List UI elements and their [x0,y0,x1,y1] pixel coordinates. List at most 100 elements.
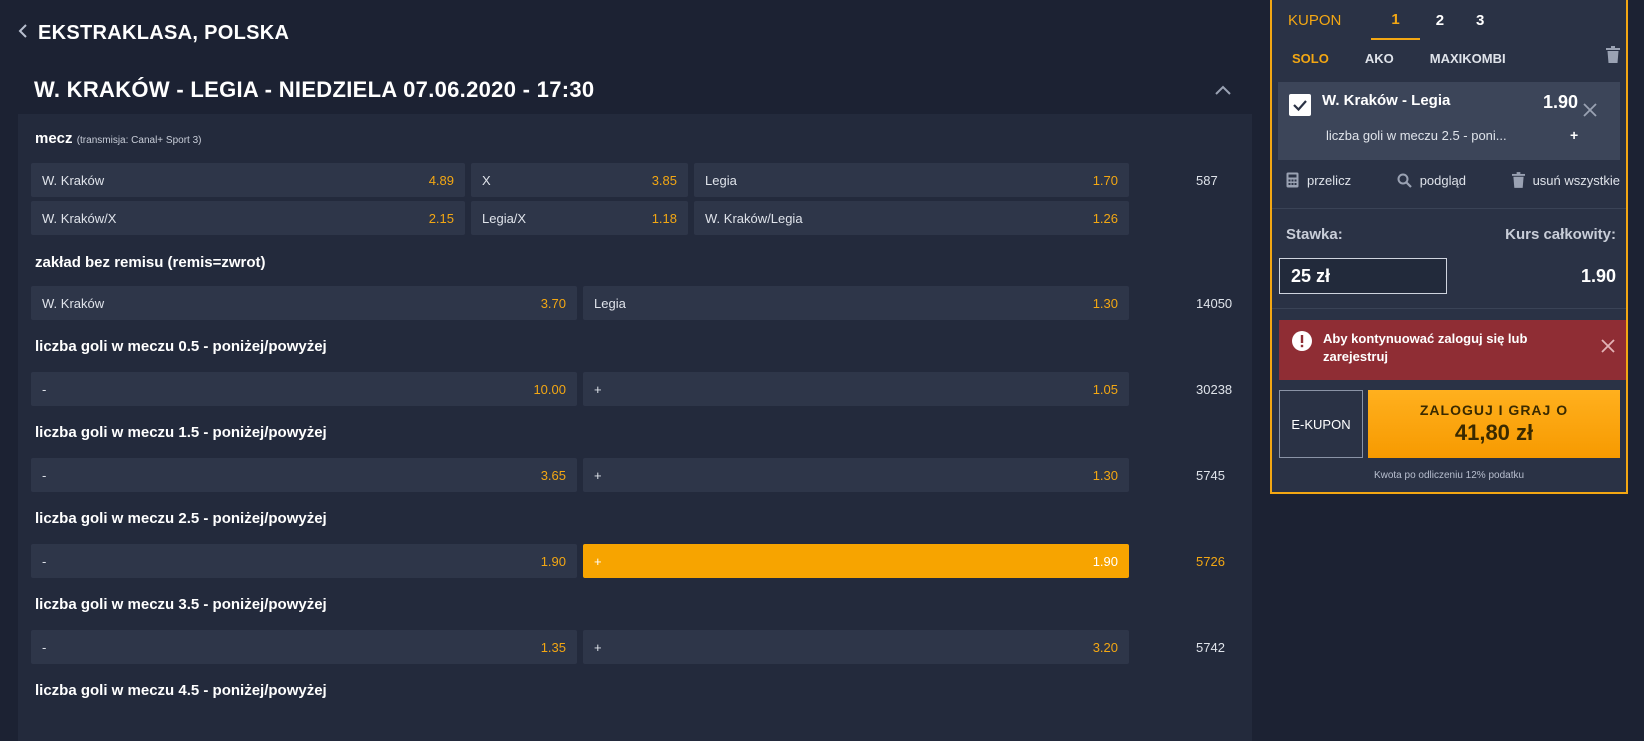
odd-value: 3.20 [1092,639,1118,655]
divider [1272,308,1626,309]
market-title-text: mecz [35,130,73,147]
trash-icon[interactable] [1606,46,1620,68]
coupon-label: KUPON [1288,11,1342,29]
tab-coupon-1[interactable]: 1 [1371,0,1420,40]
close-icon[interactable] [1582,102,1598,123]
odd-button[interactable]: +1.30 [583,458,1129,492]
play-label: ZALOGUJ I GRAJ O [1419,402,1569,418]
odd-label: - [42,467,47,483]
odd-value: 1.70 [1092,172,1118,188]
preview-label: podgląd [1419,172,1466,188]
bet-pick: + [1570,127,1579,143]
chevron-left-icon[interactable] [18,22,28,45]
preview-button[interactable]: podgląd [1397,173,1466,188]
search-icon [1397,173,1412,188]
odd-button[interactable]: W. Kraków/X 2.15 [31,201,465,235]
odd-button[interactable]: - 3.65 [31,458,577,492]
odd-label: + [594,639,602,655]
odd-label: Legia [705,172,737,188]
odd-value: 10.00 [533,381,566,397]
breadcrumb[interactable]: EKSTRAKLASA, POLSKA [18,22,289,45]
stake-input[interactable] [1279,258,1447,294]
betslip-panel: KUPON 1 2 3 SOLO AKO MAXIKOMBI W. Kraków… [1270,0,1628,494]
odd-button[interactable]: Legia 1.30 [583,286,1129,320]
tab-coupon-2[interactable]: 2 [1420,0,1460,40]
tab-maxikombi[interactable]: MAXIKOMBI [1430,51,1506,66]
bet-event-name: W. Kraków - Legia [1322,92,1451,109]
odd-label: W. Kraków [42,295,105,311]
coupon-tabs: KUPON 1 2 3 [1272,0,1626,40]
odd-value: 4.89 [428,172,454,188]
remove-all-button[interactable]: usuń wszystkie [1511,172,1620,188]
market-title: liczba goli w meczu 0.5 - poniżej/powyże… [35,338,327,355]
recalc-label: przelicz [1307,172,1352,188]
more-bets-count[interactable]: 587 [1196,173,1218,188]
odd-label: X [482,172,491,188]
odd-button[interactable]: +1.05 [583,372,1129,406]
more-bets-count[interactable]: 5742 [1196,640,1225,655]
tab-ako[interactable]: AKO [1365,51,1394,66]
odd-value: 1.90 [1092,553,1118,569]
odd-value: 3.70 [540,295,566,311]
odd-label: + [594,381,602,397]
odd-button[interactable]: - 10.00 [31,372,577,406]
login-alert: Aby kontynuować zaloguj się lub zarejest… [1279,320,1626,380]
markets-list: mecz (transmisja: Canal+ Sport 3) W. Kra… [18,114,1252,741]
tab-solo[interactable]: SOLO [1292,51,1329,66]
odd-label: Legia [594,295,626,311]
odd-label: - [42,553,47,569]
more-bets-count[interactable]: 30238 [1196,382,1232,397]
odd-label: W. Kraków [42,172,105,188]
login-and-play-button[interactable]: ZALOGUJ I GRAJ O 41,80 zł [1368,390,1620,458]
odd-value: 3.85 [651,172,677,188]
odd-label: + [594,553,602,569]
betslip-actions: przelicz podgląd usuń wszystkie [1286,172,1620,188]
chevron-up-icon[interactable] [1214,80,1236,101]
match-title: W. KRAKÓW - LEGIA - NIEDZIELA 07.06.2020… [34,77,595,102]
odd-button[interactable]: - 1.35 [31,630,577,664]
odd-button[interactable]: W. Kraków/Legia 1.26 [694,201,1129,235]
check-icon [1293,100,1307,112]
odd-button[interactable]: - 1.90 [31,544,577,578]
market-subtitle: (transmisja: Canal+ Sport 3) [76,135,202,146]
odd-button[interactable]: +3.20 [583,630,1129,664]
odd-button[interactable]: X 3.85 [471,163,688,197]
alert-icon [1292,331,1312,351]
odd-value: 1.18 [651,210,677,226]
odd-button-selected[interactable]: +1.90 [583,544,1129,578]
trash-icon [1511,172,1525,188]
market-title: liczba goli w meczu 2.5 - poniżej/powyże… [35,510,327,527]
remove-all-label: usuń wszystkie [1532,172,1620,188]
odd-button[interactable]: W. Kraków 4.89 [31,163,465,197]
breadcrumb-label[interactable]: EKSTRAKLASA, POLSKA [38,22,289,45]
more-bets-count[interactable]: 5726 [1196,554,1225,569]
match-header[interactable]: W. KRAKÓW - LEGIA - NIEDZIELA 07.06.2020… [18,66,1252,114]
bet-odd: 1.90 [1543,92,1579,112]
odd-value: 1.35 [540,639,566,655]
recalc-button[interactable]: przelicz [1286,172,1351,188]
odd-label: W. Kraków/Legia [705,210,803,226]
market-title: mecz (transmisja: Canal+ Sport 3) [35,130,201,147]
odd-label: - [42,639,47,655]
total-odds-label: Kurs całkowity: [1505,226,1616,243]
market-title: liczba goli w meczu 1.5 - poniżej/powyże… [35,424,327,441]
odd-value: 1.26 [1092,210,1118,226]
divider [1272,208,1626,209]
market-title: zakład bez remisu (remis=zwrot) [35,254,266,271]
more-bets-count[interactable]: 14050 [1196,296,1232,311]
calculator-icon [1286,172,1299,188]
odd-button[interactable]: W. Kraków 3.70 [31,286,577,320]
odd-button[interactable]: Legia 1.70 [694,163,1129,197]
match-markets-view: EKSTRAKLASA, POLSKA W. KRAKÓW - LEGIA - … [0,0,1262,741]
odd-value: 1.05 [1092,381,1118,397]
odd-label: Legia/X [482,210,527,226]
tab-coupon-3[interactable]: 3 [1460,0,1500,40]
bet-checkbox[interactable] [1289,94,1311,116]
market-title: liczba goli w meczu 4.5 - poniżej/powyże… [35,682,327,699]
e-kupon-button[interactable]: E-KUPON [1279,390,1363,458]
more-bets-count[interactable]: 5745 [1196,468,1225,483]
odd-value: 2.15 [428,210,454,226]
close-icon[interactable] [1600,338,1616,359]
odd-value: 1.30 [1092,467,1118,483]
odd-button[interactable]: Legia/X 1.18 [471,201,688,235]
